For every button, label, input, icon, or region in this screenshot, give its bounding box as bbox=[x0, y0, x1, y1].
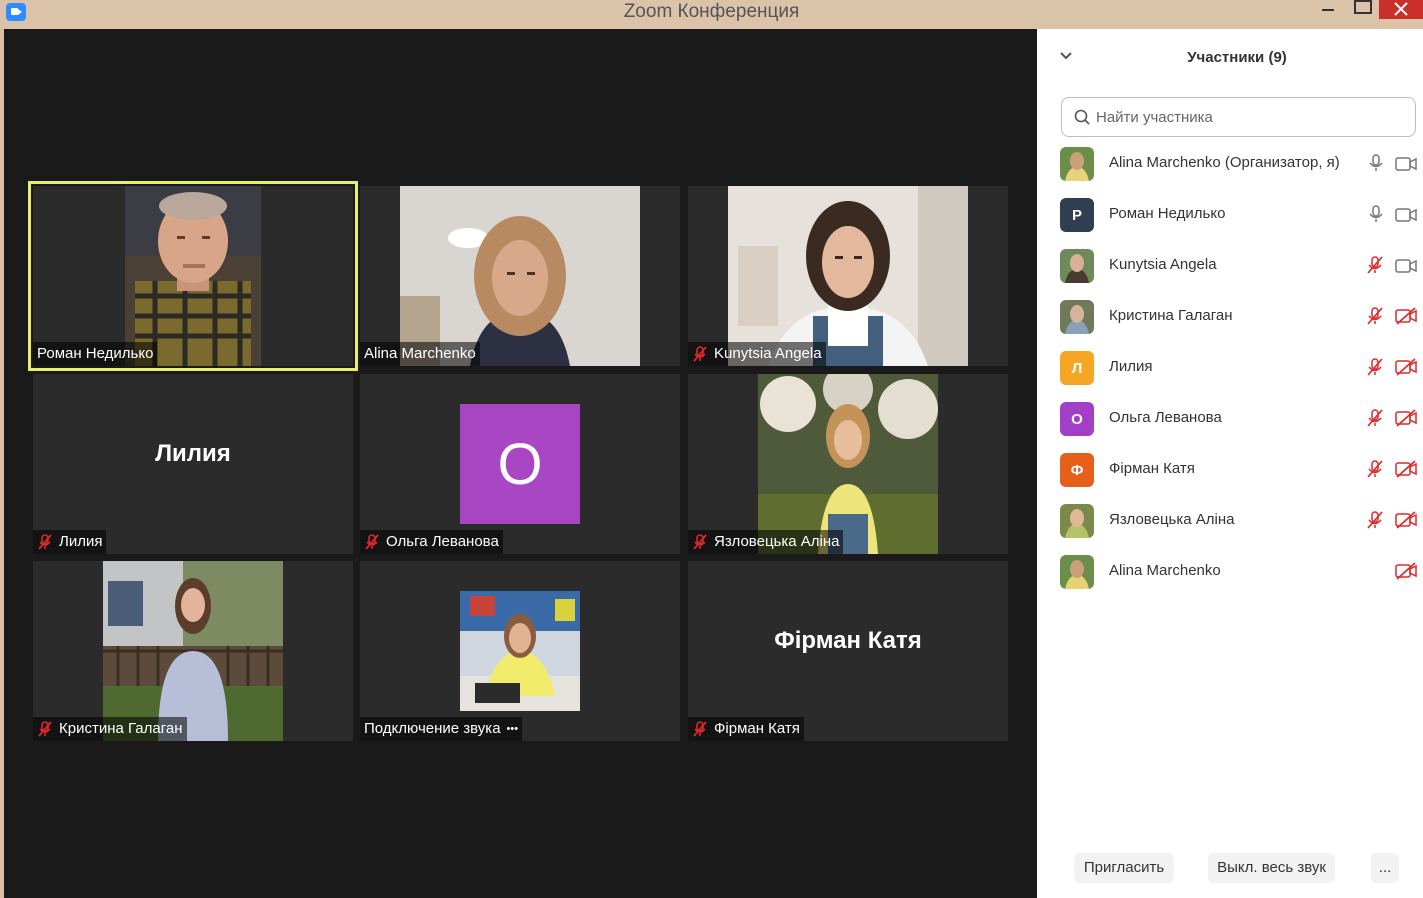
participant-row[interactable]: Р Роман Недилько bbox=[1037, 198, 1423, 249]
panel-title: Участники (9) bbox=[1187, 49, 1287, 66]
minimize-button[interactable] bbox=[1318, 0, 1338, 19]
tile-name-label: Кристина Галаган bbox=[33, 717, 187, 741]
search-input[interactable] bbox=[1096, 104, 1406, 130]
muted-mic-icon bbox=[693, 721, 707, 737]
participant-avatar: Л bbox=[1060, 351, 1094, 385]
tile-name-label: Лилия bbox=[33, 530, 107, 554]
participant-row[interactable]: Kunytsia Angela bbox=[1037, 249, 1423, 300]
participant-row[interactable]: O Ольга Леванова bbox=[1037, 402, 1423, 453]
participants-panel: Участники (9) Alina Marchenko (Организат… bbox=[1037, 29, 1423, 898]
close-icon bbox=[1394, 2, 1408, 16]
invite-button[interactable]: Пригласить bbox=[1074, 853, 1174, 883]
tile-name-label: Ольга Леванова bbox=[360, 530, 503, 554]
participant-name: Кристина Галаган bbox=[1109, 307, 1233, 324]
camera-icon[interactable] bbox=[1395, 157, 1417, 176]
mute-all-button[interactable]: Выкл. весь звук bbox=[1208, 853, 1335, 883]
participant-video bbox=[460, 591, 580, 711]
camera-off-icon[interactable] bbox=[1395, 562, 1417, 585]
tile-name-label: Фірман Катя bbox=[688, 717, 804, 741]
muted-mic-icon[interactable] bbox=[1366, 460, 1384, 483]
search-icon bbox=[1074, 109, 1090, 125]
video-tile-olga[interactable]: O Ольга Леванова bbox=[360, 374, 680, 554]
muted-mic-icon[interactable] bbox=[1366, 307, 1384, 330]
camera-icon[interactable] bbox=[1395, 208, 1417, 227]
tile-name-label: Kunytsia Angela bbox=[688, 342, 826, 366]
participant-avatar bbox=[1060, 504, 1094, 538]
maximize-button[interactable] bbox=[1350, 0, 1374, 19]
participant-row[interactable]: Alina Marchenko (Организатор, я) bbox=[1037, 147, 1423, 198]
video-tile-roman[interactable]: Роман Недилько bbox=[33, 186, 353, 366]
mic-icon[interactable] bbox=[1369, 205, 1383, 228]
participant-avatar: Р bbox=[1060, 198, 1094, 232]
tile-big-name: Лилия bbox=[155, 440, 231, 467]
muted-mic-icon[interactable] bbox=[1366, 511, 1384, 534]
muted-mic-icon bbox=[693, 346, 707, 362]
video-tile-alina[interactable]: Alina Marchenko bbox=[360, 186, 680, 366]
participant-name: Лилия bbox=[1109, 358, 1153, 375]
more-button[interactable]: ... bbox=[1371, 853, 1399, 883]
window-title: Zoom Конференция bbox=[623, 1, 800, 22]
mic-icon[interactable] bbox=[1369, 154, 1383, 177]
tile-name-label: Подключение звука ••• bbox=[360, 717, 523, 741]
participant-avatar bbox=[1060, 300, 1094, 334]
muted-mic-icon bbox=[693, 534, 707, 550]
participant-name: Язловецька Аліна bbox=[1109, 511, 1235, 528]
muted-mic-icon bbox=[38, 721, 52, 737]
participant-video bbox=[728, 186, 968, 366]
tile-big-name: Фірман Катя bbox=[774, 627, 922, 654]
connecting-dots: ••• bbox=[506, 723, 519, 735]
tile-avatar: O bbox=[460, 404, 580, 524]
participant-row[interactable]: Кристина Галаган bbox=[1037, 300, 1423, 351]
participant-name: Фірман Катя bbox=[1109, 460, 1195, 477]
tile-name-label: Язловецька Аліна bbox=[688, 530, 844, 554]
participant-name: Alina Marchenko (Организатор, я) bbox=[1109, 154, 1340, 171]
camera-off-icon[interactable] bbox=[1395, 358, 1417, 381]
participant-row[interactable]: Ф Фірман Катя bbox=[1037, 453, 1423, 504]
video-gallery: Роман Недилько Alina Marchenko Kunytsia … bbox=[4, 29, 1037, 898]
muted-mic-icon bbox=[38, 534, 52, 550]
search-box[interactable] bbox=[1061, 97, 1416, 137]
video-tile-firman[interactable]: Фірман Катя Фірман Катя bbox=[688, 561, 1008, 741]
video-tile-liliya[interactable]: Лилия Лилия bbox=[33, 374, 353, 554]
camera-off-icon[interactable] bbox=[1395, 307, 1417, 330]
zoom-window: Zoom Конференция Роман Недилько Alina Ma… bbox=[0, 0, 1423, 898]
video-tile-kunytsia[interactable]: Kunytsia Angela bbox=[688, 186, 1008, 366]
participant-avatar: O bbox=[1060, 402, 1094, 436]
muted-mic-icon[interactable] bbox=[1366, 409, 1384, 432]
participant-row[interactable]: Язловецька Аліна bbox=[1037, 504, 1423, 555]
participant-name: Alina Marchenko bbox=[1109, 562, 1221, 579]
participant-video bbox=[400, 186, 640, 366]
title-bar: Zoom Конференция bbox=[0, 0, 1423, 29]
participant-name: Роман Недилько bbox=[1109, 205, 1226, 222]
camera-off-icon[interactable] bbox=[1395, 460, 1417, 483]
video-tile-connecting[interactable]: Подключение звука ••• bbox=[360, 561, 680, 741]
participant-avatar bbox=[1060, 249, 1094, 283]
participant-row[interactable]: Л Лилия bbox=[1037, 351, 1423, 402]
participant-name: Kunytsia Angela bbox=[1109, 256, 1217, 273]
muted-mic-icon[interactable] bbox=[1366, 358, 1384, 381]
video-tile-kristina[interactable]: Кристина Галаган bbox=[33, 561, 353, 741]
participant-video bbox=[125, 186, 261, 366]
video-tile-yazlovetska[interactable]: Язловецька Аліна bbox=[688, 374, 1008, 554]
participant-video bbox=[103, 561, 283, 741]
participant-name: Ольга Леванова bbox=[1109, 409, 1222, 426]
muted-mic-icon[interactable] bbox=[1366, 256, 1384, 279]
participant-avatar bbox=[1060, 147, 1094, 181]
tile-name-label: Роман Недилько bbox=[33, 342, 158, 366]
muted-mic-icon bbox=[365, 534, 379, 550]
tile-name-label: Alina Marchenko bbox=[360, 342, 480, 366]
participant-row[interactable]: Alina Marchenko bbox=[1037, 555, 1423, 606]
camera-off-icon[interactable] bbox=[1395, 409, 1417, 432]
participant-avatar bbox=[1060, 555, 1094, 589]
close-button[interactable] bbox=[1379, 0, 1423, 19]
camera-icon[interactable] bbox=[1395, 259, 1417, 278]
participant-video bbox=[758, 374, 938, 554]
participant-avatar: Ф bbox=[1060, 453, 1094, 487]
camera-off-icon[interactable] bbox=[1395, 511, 1417, 534]
